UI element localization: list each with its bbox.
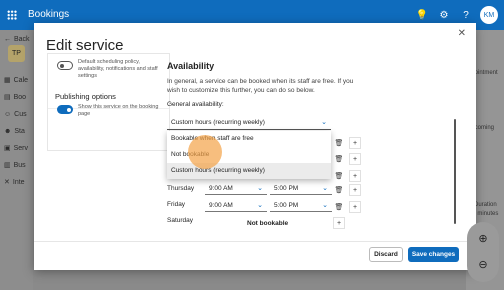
building-icon: ▥	[4, 162, 11, 169]
publish-toggle[interactable]	[57, 105, 73, 114]
end-time-select[interactable]: 5:00 PM ⌄	[270, 183, 332, 195]
app-title: Bookings	[28, 9, 70, 20]
delete-icon[interactable]: 🗑	[333, 153, 345, 165]
start-time-select[interactable]: 9:00 AM ⌄	[205, 200, 267, 212]
services-icon: ▣	[4, 145, 11, 152]
app-launcher-icon[interactable]	[7, 10, 17, 20]
not-bookable-text: Not bookable	[247, 220, 289, 227]
scrollbar[interactable]	[454, 119, 456, 224]
sidebar-item-staff[interactable]: ☻ Sta	[0, 124, 25, 138]
add-button[interactable]: +	[349, 137, 361, 149]
zoom-out-icon[interactable]: ⊖	[476, 257, 490, 271]
publish-toggle-text: Show this service on the booking page	[78, 104, 159, 117]
delete-icon[interactable]: 🗑	[333, 170, 345, 182]
general-availability-label: General availability:	[167, 101, 224, 108]
back-arrow-icon: ←	[4, 35, 11, 43]
zoom-controls: ⊕ ⊖	[467, 222, 499, 282]
discard-button[interactable]: Discard	[369, 247, 403, 262]
sidebar-item-calendar[interactable]: ▦ Cale	[0, 73, 28, 87]
zoom-in-icon[interactable]: ⊕	[476, 231, 490, 245]
back-link[interactable]: ← Back	[0, 32, 30, 46]
availability-description: In general, a service can be booked when…	[167, 78, 354, 94]
close-icon[interactable]: ✕	[458, 28, 466, 39]
help-icon[interactable]: ?	[458, 7, 474, 23]
left-nav: ← Back ▦ Cale ▤ Boo ☺ Cus ☻ Sta ▣ Serv ▥ Bus ✕ I…	[0, 30, 33, 290]
gear-icon[interactable]: ⚙	[436, 7, 452, 23]
sidebar-item-integrations[interactable]: ✕ Inte	[0, 175, 25, 189]
general-availability-select[interactable]: Custom hours (recurring weekly) ⌄	[167, 116, 331, 130]
end-time-select[interactable]: 5:00 PM ⌄	[270, 200, 332, 212]
default-settings-text: Default scheduling policy, availability,…	[78, 59, 158, 79]
chevron-down-icon: ⌄	[257, 202, 263, 209]
availability-title: Availability	[167, 61, 215, 71]
settings-card: Default scheduling policy, availability,…	[47, 53, 170, 151]
sidebar-item-customers[interactable]: ☺ Cus	[0, 107, 27, 121]
chevron-down-icon: ⌄	[322, 202, 328, 209]
default-settings-toggle[interactable]	[57, 61, 73, 70]
delete-icon[interactable]: 🗑	[333, 201, 345, 213]
person-icon: ☺	[4, 110, 12, 118]
sidebar-item-booking[interactable]: ▤ Boo	[0, 90, 26, 104]
page-icon: ▤	[4, 94, 11, 101]
add-button[interactable]: +	[349, 170, 361, 182]
dialog-title: Edit service	[46, 37, 124, 54]
avatar[interactable]: KM	[480, 6, 498, 24]
save-changes-button[interactable]: Save changes	[408, 247, 459, 262]
footer-divider	[34, 241, 476, 242]
add-button[interactable]: +	[349, 153, 361, 165]
day-label: Thursday	[167, 185, 195, 192]
company-avatar: TP	[8, 45, 25, 62]
start-time-select[interactable]: 9:00 AM ⌄	[205, 183, 267, 195]
integrations-icon: ✕	[4, 179, 10, 186]
chevron-down-icon: ⌄	[257, 185, 263, 192]
day-label: Saturday	[167, 217, 194, 224]
top-icons: 💡 ⚙ ? KM	[414, 6, 498, 24]
chevron-down-icon: ⌄	[322, 185, 328, 192]
edit-service-dialog: Edit service ✕ Default scheduling policy…	[34, 23, 476, 270]
publishing-title: Publishing options	[55, 92, 116, 101]
delete-icon[interactable]: 🗑	[333, 137, 345, 149]
delete-icon[interactable]: 🗑	[333, 184, 345, 196]
cursor-highlight	[188, 135, 222, 169]
chevron-down-icon: ⌄	[321, 119, 327, 126]
add-button[interactable]: +	[333, 217, 345, 229]
sidebar-item-business[interactable]: ▥ Bus	[0, 158, 26, 172]
people-icon: ☻	[4, 127, 12, 135]
add-button[interactable]: +	[349, 201, 361, 213]
calendar-icon: ▦	[4, 77, 11, 84]
add-button[interactable]: +	[349, 184, 361, 196]
lightbulb-icon[interactable]: 💡	[414, 7, 430, 23]
day-label: Friday	[167, 201, 186, 208]
sidebar-item-services[interactable]: ▣ Serv	[0, 141, 28, 155]
option-custom-hours[interactable]: Custom hours (recurring weekly)	[167, 163, 331, 179]
